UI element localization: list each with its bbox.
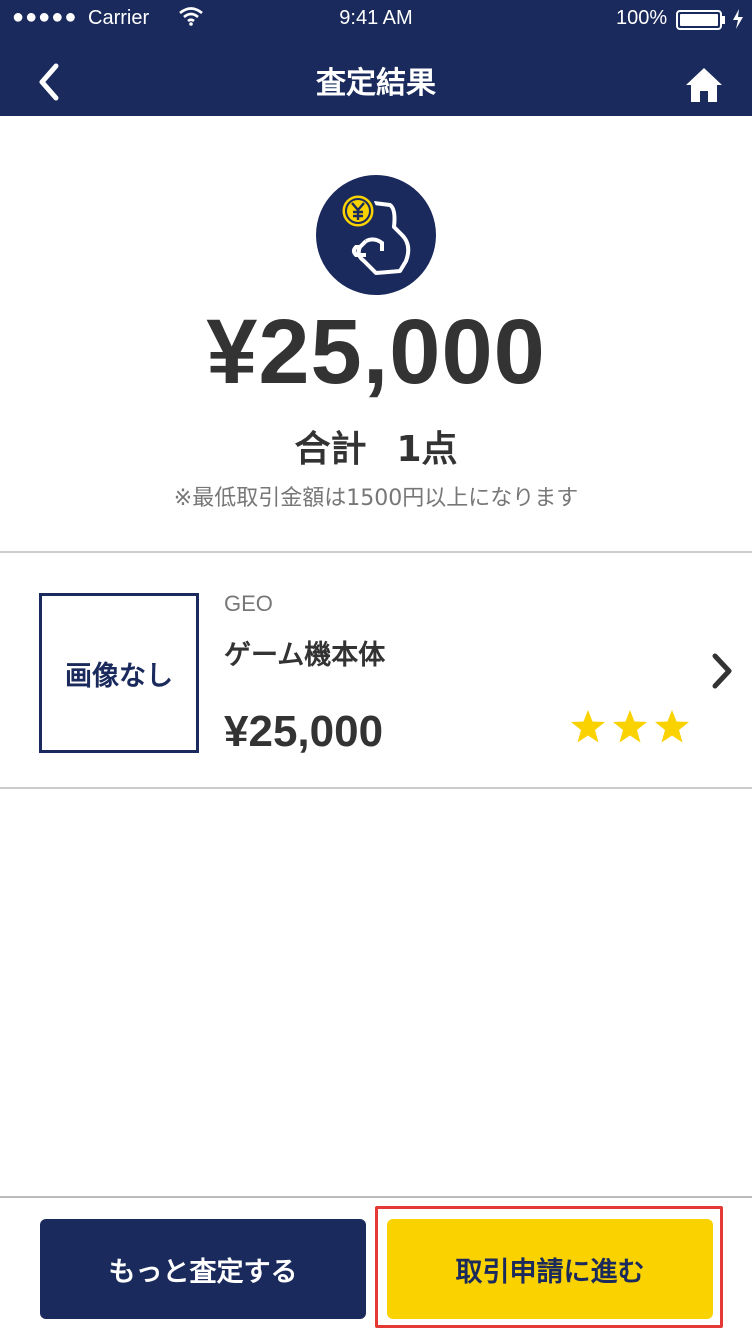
no-image-label: 画像なし — [65, 660, 173, 692]
battery-icon — [676, 10, 726, 36]
item-name: ゲーム機本体 — [224, 640, 386, 671]
navigation-bar: ●●●●● Carrier 9:41 AM 100% 査定結果 — [0, 0, 752, 116]
star-icon — [655, 710, 689, 743]
count-value: 1点 — [396, 429, 458, 470]
yen-hand-icon — [316, 175, 436, 295]
home-button[interactable] — [684, 66, 724, 104]
star-icon — [571, 710, 605, 743]
list-item[interactable]: 画像なし GEO ゲーム機本体 ¥25,000 — [0, 553, 752, 787]
rating-stars — [570, 709, 690, 744]
item-thumbnail: 画像なし — [39, 593, 199, 753]
item-price: ¥25,000 — [224, 707, 384, 756]
battery-percent: 100% — [616, 7, 668, 29]
item-brand: GEO — [224, 591, 273, 616]
total-price: ¥25,000 — [206, 301, 546, 403]
charging-icon — [732, 9, 744, 35]
count-label: 合計 — [294, 429, 367, 470]
minimum-amount-note: ※最低取引金額は1500円以上になります — [173, 486, 579, 511]
divider — [0, 787, 752, 789]
status-bar: ●●●●● Carrier 9:41 AM 100% — [0, 0, 752, 38]
home-icon — [686, 68, 722, 102]
page-title: 査定結果 — [316, 66, 436, 101]
action-bar: もっと査定する 取引申請に進む — [0, 1196, 752, 1338]
chevron-right-icon[interactable] — [706, 651, 736, 691]
item-count: 合計 1点 — [0, 420, 752, 472]
more-appraisal-button[interactable]: もっと査定する — [40, 1219, 366, 1319]
star-icon — [613, 710, 647, 743]
proceed-transaction-button[interactable]: 取引申請に進む — [387, 1219, 713, 1319]
divider — [0, 1196, 752, 1198]
